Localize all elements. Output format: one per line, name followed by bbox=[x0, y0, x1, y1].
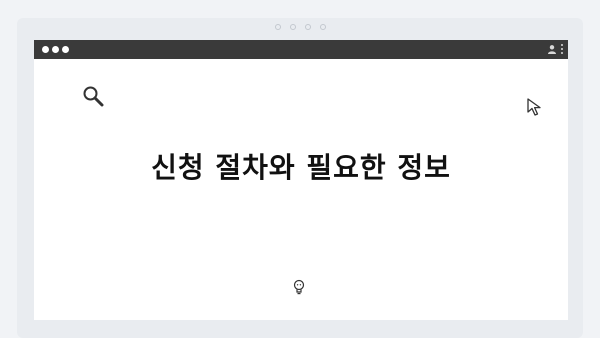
indicator-dot bbox=[319, 24, 326, 30]
page-indicator-dots bbox=[17, 24, 583, 30]
window-titlebar bbox=[34, 40, 568, 59]
window-controls bbox=[42, 46, 69, 53]
maximize-dot-icon[interactable] bbox=[62, 46, 69, 53]
search-icon[interactable] bbox=[82, 85, 104, 107]
indicator-dot bbox=[274, 24, 281, 30]
page-headline: 신청 절차와 필요한 정보 bbox=[151, 151, 451, 184]
titlebar-actions bbox=[547, 44, 563, 54]
indicator-dot bbox=[289, 24, 296, 30]
lightbulb-icon bbox=[293, 279, 305, 295]
kebab-menu-icon[interactable] bbox=[561, 44, 563, 54]
cursor-arrow-icon bbox=[527, 98, 541, 116]
user-icon[interactable] bbox=[547, 44, 557, 54]
minimize-dot-icon[interactable] bbox=[52, 46, 59, 53]
close-dot-icon[interactable] bbox=[42, 46, 49, 53]
browser-window: 신청 절차와 필요한 정보 bbox=[34, 40, 568, 320]
indicator-dot bbox=[304, 24, 311, 30]
